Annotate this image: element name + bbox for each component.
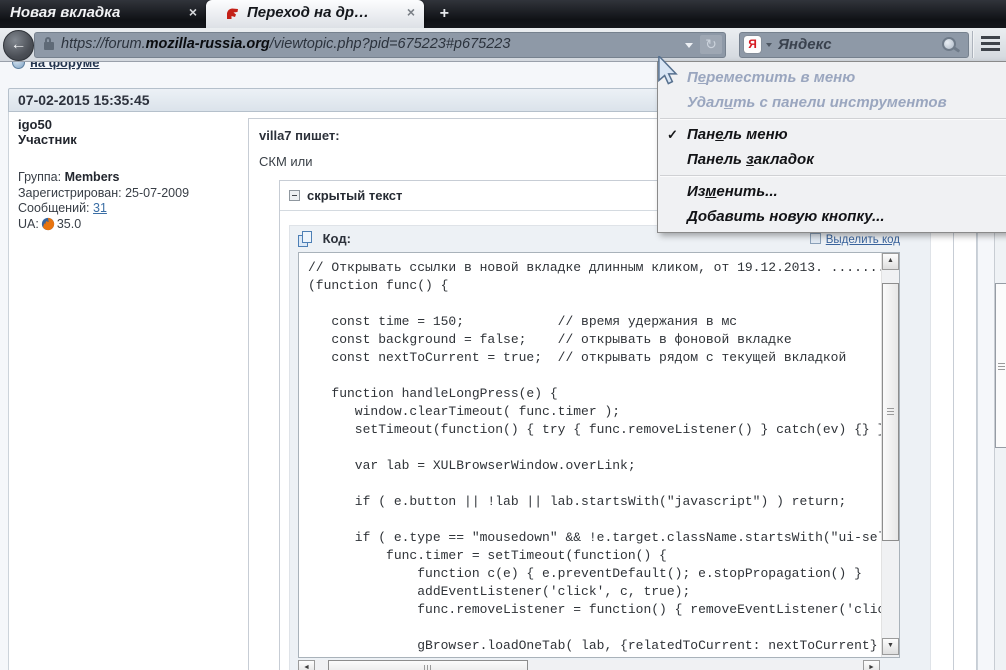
- registered-value: 25-07-2009: [125, 186, 189, 200]
- ua-version: 35.0: [57, 217, 81, 231]
- user-info-column: igo50 Участник Группа: Members Зарегистр…: [18, 117, 244, 232]
- spoiler-title: скрытый текст: [307, 188, 402, 203]
- code-icon: [298, 231, 313, 246]
- tab-new-tab[interactable]: Новая вкладка ×: [0, 0, 206, 28]
- menu-button[interactable]: [979, 35, 1002, 55]
- code-label: Код:: [323, 231, 351, 246]
- menu-item[interactable]: Добавить новую кнопку...: [658, 204, 1006, 229]
- forum-link-label: на форуме: [30, 62, 100, 70]
- close-tab-icon[interactable]: ×: [189, 4, 197, 20]
- select-code-link[interactable]: Выделить код: [826, 234, 900, 246]
- scroll-down-icon[interactable]: ▼: [882, 638, 899, 655]
- user-group: Группа: Members: [18, 170, 244, 186]
- globe-icon: [12, 62, 25, 69]
- lock-icon: [44, 42, 54, 50]
- search-bar[interactable]: Я Яндекс: [739, 32, 969, 58]
- browser-window: Новая вкладка × Переход на др… × + ← htt…: [0, 0, 1006, 670]
- menu-separator: [660, 175, 1006, 176]
- close-tab-icon[interactable]: ×: [407, 4, 415, 20]
- reload-button[interactable]: ↻: [700, 35, 722, 54]
- scroll-left-icon[interactable]: ◄: [298, 660, 315, 670]
- tab-title: Новая вкладка: [10, 4, 120, 21]
- user-details: Группа: Members Зарегистрирован: 25-07-2…: [18, 170, 244, 232]
- menu-item: Переместить в меню: [658, 65, 1006, 90]
- tab-bar: Новая вкладка × Переход на др… × +: [0, 0, 1006, 28]
- code-box: Код: Выделить код // Открывать ссылки в …: [289, 225, 931, 670]
- search-engine-icon[interactable]: Я: [744, 36, 761, 53]
- site-favicon-icon: [225, 7, 239, 21]
- menu-item-label: Переместить в меню: [687, 69, 855, 86]
- search-icon[interactable]: [942, 37, 956, 51]
- back-arrow-icon: ←: [4, 31, 33, 59]
- tab-title: Переход на др…: [247, 4, 369, 21]
- menu-item-label: Добавить новую кнопку...: [687, 208, 885, 225]
- menu-item[interactable]: ✓ Панель меню: [658, 122, 1006, 147]
- group-value: Members: [65, 170, 120, 184]
- urlbar-dropdown-icon[interactable]: [685, 43, 693, 48]
- url-text: https://forum.mozilla-russia.org/viewtop…: [61, 33, 510, 56]
- spoiler-content: Код: Выделить код // Открывать ссылки в …: [280, 211, 953, 670]
- engine-dropdown-icon[interactable]: [766, 43, 772, 47]
- user-registered: Зарегистрирован: 25-07-2009: [18, 186, 244, 202]
- vertical-scrollbar-thumb[interactable]: [882, 283, 899, 541]
- horizontal-scrollbar-thumb[interactable]: [328, 660, 528, 670]
- navigation-toolbar: ← https://forum.mozilla-russia.org/viewt…: [0, 28, 1006, 62]
- back-button[interactable]: ←: [3, 30, 34, 61]
- code-vertical-scrollbar[interactable]: ▲ ▼: [881, 253, 899, 657]
- scroll-right-icon[interactable]: ►: [863, 660, 880, 670]
- posts-label: Сообщений:: [18, 201, 90, 215]
- code-area: // Открывать ссылки в новой вкладке длин…: [298, 252, 900, 658]
- user-posts: Сообщений: 31: [18, 201, 244, 217]
- firefox-icon: [41, 217, 55, 231]
- code-horizontal-scrollbar[interactable]: ◄ ►: [298, 660, 880, 670]
- user-agent: UA: 35.0: [18, 217, 244, 233]
- menu-separator: [660, 118, 1006, 119]
- ua-label: UA:: [18, 217, 39, 231]
- scroll-up-icon[interactable]: ▲: [882, 253, 899, 270]
- posts-count-link[interactable]: 31: [93, 201, 107, 215]
- username[interactable]: igo50: [18, 117, 244, 132]
- collapse-icon[interactable]: [289, 190, 300, 201]
- mouse-cursor: [658, 56, 680, 88]
- search-placeholder: Яндекс: [778, 33, 832, 56]
- page-scrollbar-thumb[interactable]: [995, 283, 1006, 448]
- menu-item-label: Удалить с панели инструментов: [687, 94, 947, 111]
- group-label: Группа:: [18, 170, 61, 184]
- tab-active-forum[interactable]: Переход на др… ×: [206, 0, 424, 28]
- user-rank: Участник: [18, 132, 244, 147]
- menu-item-label: Панель меню: [687, 126, 788, 143]
- spoiler-box: скрытый текст Код: Выделить код: [279, 180, 954, 670]
- hamburger-icon: [981, 36, 1000, 39]
- toolbar-separator: [972, 31, 973, 58]
- url-bar[interactable]: https://forum.mozilla-russia.org/viewtop…: [34, 32, 726, 58]
- menu-item: Удалить с панели инструментов: [658, 90, 1006, 115]
- url-prefix: https://forum.: [61, 36, 146, 52]
- url-path: /viewtopic.php?pid=675223#p675223: [270, 36, 511, 52]
- select-code-icon: [810, 233, 821, 244]
- menu-item-label: Панель закладок: [687, 151, 814, 168]
- new-tab-button[interactable]: +: [433, 4, 455, 23]
- code-text[interactable]: // Открывать ссылки в новой вкладке длин…: [299, 253, 899, 658]
- checkmark-icon: ✓: [667, 125, 678, 145]
- menu-item[interactable]: Панель закладок: [658, 147, 1006, 172]
- toolbar-context-menu: Переместить в меню Удалить с панели инстр…: [657, 61, 1006, 233]
- menu-item[interactable]: Изменить...: [658, 179, 1006, 204]
- url-domain: mozilla-russia.org: [146, 36, 270, 52]
- forum-breadcrumb-link[interactable]: на форуме: [12, 62, 100, 73]
- registered-label: Зарегистрирован:: [18, 186, 122, 200]
- menu-item-label: Изменить...: [687, 183, 778, 200]
